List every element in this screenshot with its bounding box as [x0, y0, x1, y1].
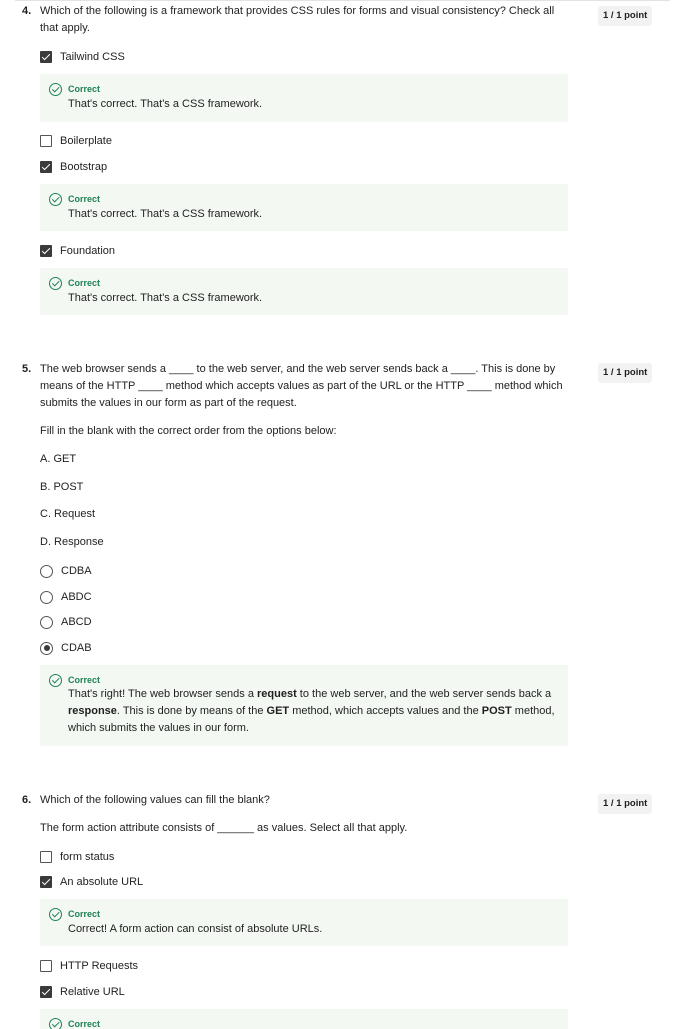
option-label: Tailwind CSS	[60, 51, 125, 63]
feedback-keyword: response	[68, 705, 117, 717]
feedback-title: Correct	[68, 278, 101, 288]
choice-c: C. Request	[40, 508, 96, 520]
option-http-requests[interactable]: HTTP Requests	[40, 959, 138, 973]
feedback-correct: Correct That's correct. That's a CSS fra…	[40, 268, 568, 315]
checkbox-checked-icon[interactable]	[40, 161, 52, 173]
question-number: 4.	[22, 5, 32, 17]
option-label: Bootstrap	[60, 161, 108, 173]
feedback-text-segment: to the web server, and the web server se…	[296, 688, 552, 700]
feedback-text: That's right! The web browser sends a re…	[68, 686, 558, 737]
option-boilerplate[interactable]: Boilerplate	[40, 134, 112, 148]
points-badge: 1 / 1 point	[598, 6, 653, 26]
option-abcd[interactable]: ABCD	[40, 615, 92, 629]
checkbox-empty-icon[interactable]	[40, 851, 52, 863]
question-text: Which of the following values can fill t…	[40, 794, 270, 806]
choice-d: D. Response	[40, 536, 104, 548]
feedback-title: Correct	[68, 909, 101, 919]
feedback-correct: Correct That's correct. That's a CSS fra…	[40, 74, 568, 122]
option-cdba[interactable]: CDBA	[40, 564, 92, 578]
feedback-text-segment: method, which accepts values and the	[289, 705, 482, 717]
option-bootstrap[interactable]: Bootstrap	[40, 160, 107, 174]
feedback-text-segment: . This is done by means of the	[116, 705, 267, 717]
option-label: form status	[60, 851, 115, 863]
feedback-correct: Correct That's correct. That's a CSS fra…	[40, 184, 568, 231]
option-form-status[interactable]: form status	[40, 850, 114, 864]
radio-empty-icon[interactable]	[40, 564, 53, 578]
check-circle-icon	[49, 674, 62, 687]
checkbox-empty-icon[interactable]	[40, 960, 52, 972]
check-circle-icon	[49, 277, 62, 290]
divider	[15, 0, 670, 1]
feedback-text: That's correct. That's a CSS framework.	[68, 98, 263, 110]
feedback-keyword: request	[257, 688, 297, 700]
option-label: ABCD	[61, 616, 92, 628]
feedback-text: That's correct. That's a CSS framework.	[68, 208, 263, 220]
feedback-text: That's correct. That's a CSS framework.	[68, 292, 263, 304]
choice-a: A. GET	[40, 453, 77, 465]
radio-empty-icon[interactable]	[40, 615, 53, 629]
option-label: An absolute URL	[60, 876, 144, 888]
option-label: CDBA	[61, 565, 92, 577]
checkbox-empty-icon[interactable]	[40, 135, 52, 147]
option-abdc[interactable]: ABDC	[40, 590, 92, 604]
option-label: Boilerplate	[60, 135, 112, 147]
option-label: Foundation	[60, 245, 116, 257]
checkbox-checked-icon[interactable]	[40, 876, 52, 888]
feedback-correct: Correct	[40, 1009, 568, 1029]
checkbox-checked-icon[interactable]	[40, 51, 52, 63]
points-badge: 1 / 1 point	[598, 794, 653, 814]
feedback-title: Correct	[68, 84, 101, 94]
points-badge: 1 / 1 point	[598, 363, 653, 383]
radio-empty-icon[interactable]	[40, 590, 53, 604]
feedback-title: Correct	[68, 1019, 101, 1029]
option-label: HTTP Requests	[60, 960, 139, 972]
checkbox-checked-icon[interactable]	[40, 245, 52, 257]
check-circle-icon	[49, 908, 62, 921]
radio-selected-icon[interactable]	[40, 641, 53, 655]
option-label: Relative URL	[60, 986, 125, 998]
check-circle-icon	[49, 1018, 62, 1029]
option-relative-url[interactable]: Relative URL	[40, 985, 125, 999]
feedback-keyword: POST	[481, 705, 512, 717]
choice-b: B. POST	[40, 481, 84, 493]
feedback-title: Correct	[68, 194, 101, 204]
question-number: 6.	[22, 794, 32, 806]
option-foundation[interactable]: Foundation	[40, 244, 115, 258]
feedback-text: Correct! A form action can consist of ab…	[68, 923, 323, 935]
question-instruction: Fill in the blank with the correct order…	[40, 425, 337, 437]
question-number: 5.	[22, 363, 32, 375]
feedback-text-segment: That's right! The web browser sends a	[68, 688, 257, 700]
feedback-correct: Correct Correct! A form action can consi…	[40, 899, 568, 946]
check-circle-icon	[49, 83, 62, 96]
question-text: Which of the following is a framework th…	[40, 5, 555, 34]
option-cdab[interactable]: CDAB	[40, 641, 92, 655]
option-absolute-url[interactable]: An absolute URL	[40, 875, 143, 889]
question-instruction: The form action attribute consists of __…	[40, 822, 408, 834]
check-circle-icon	[49, 193, 62, 206]
option-label: CDAB	[61, 642, 92, 654]
option-tailwind-css[interactable]: Tailwind CSS	[40, 50, 125, 64]
question-text: The web browser sends a ____ to the web …	[40, 363, 563, 409]
checkbox-checked-icon[interactable]	[40, 986, 52, 998]
feedback-keyword: GET	[266, 705, 290, 717]
feedback-correct: Correct That's right! The web browser se…	[40, 665, 568, 746]
quiz-results-page: 4. Which of the following is a framework…	[0, 0, 685, 1029]
option-label: ABDC	[61, 591, 92, 603]
